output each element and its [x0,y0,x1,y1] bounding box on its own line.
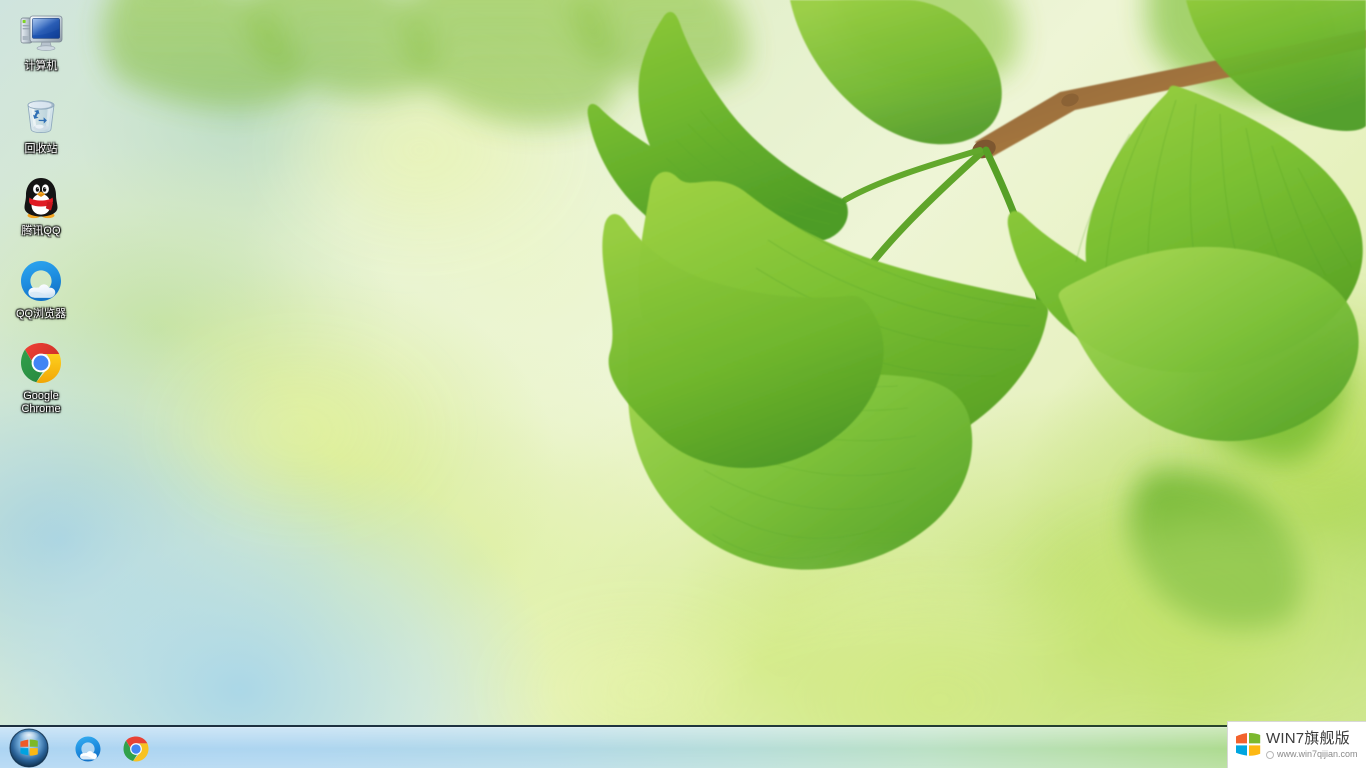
computer-icon [17,9,65,57]
chrome-icon [17,339,65,387]
desktop-icon-label: 回收站 [24,142,58,155]
qq-penguin-icon [17,174,65,222]
desktop-icon-label: 腾讯QQ [21,225,61,237]
desktop-icon-google-chrome[interactable]: Google Chrome [4,336,78,417]
desktop-icon-qq-browser[interactable]: QQ浏览器 [4,254,78,323]
taskbar-top-border [0,725,1366,727]
taskbar-item-google-chrome[interactable] [116,732,156,766]
watermark-url: www.win7qijian.com [1266,750,1358,759]
desktop-icon-tencent-qq[interactable]: 腾讯QQ [4,171,78,240]
taskbar-pinned-buttons [68,728,156,768]
windows-flag-icon [1233,730,1263,760]
wallpaper-ginkgo-leaves [0,0,1366,768]
desktop-icon-label: 计算机 [24,60,58,72]
start-button[interactable] [2,726,56,768]
watermark-title: WIN7旗舰版 [1266,730,1350,747]
recycle-bin-icon [17,92,65,140]
desktop[interactable]: 计算机 回收站 腾讯QQ QQ浏览器 Google Chrome WIN7旗舰版… [0,0,1366,768]
desktop-icon-computer[interactable]: 计算机 [4,6,78,75]
watermark-url-text: www.win7qijian.com [1277,749,1358,759]
desktop-icon-recycle-bin[interactable]: 回收站 [4,89,78,158]
taskbar[interactable] [0,725,1366,768]
desktop-icon-grid: 计算机 回收站 腾讯QQ QQ浏览器 Google Chrome [4,6,82,431]
desktop-icon-label: Google Chrome [21,390,61,415]
watermark-badge: WIN7旗舰版 www.win7qijian.com [1227,721,1366,768]
taskbar-item-qq-browser[interactable] [68,732,108,766]
qq-browser-icon [17,257,65,305]
watermark-text-block: WIN7旗舰版 www.win7qijian.com [1266,731,1358,759]
watermark-bullet-icon [1266,750,1274,759]
desktop-icon-label: QQ浏览器 [15,307,67,320]
